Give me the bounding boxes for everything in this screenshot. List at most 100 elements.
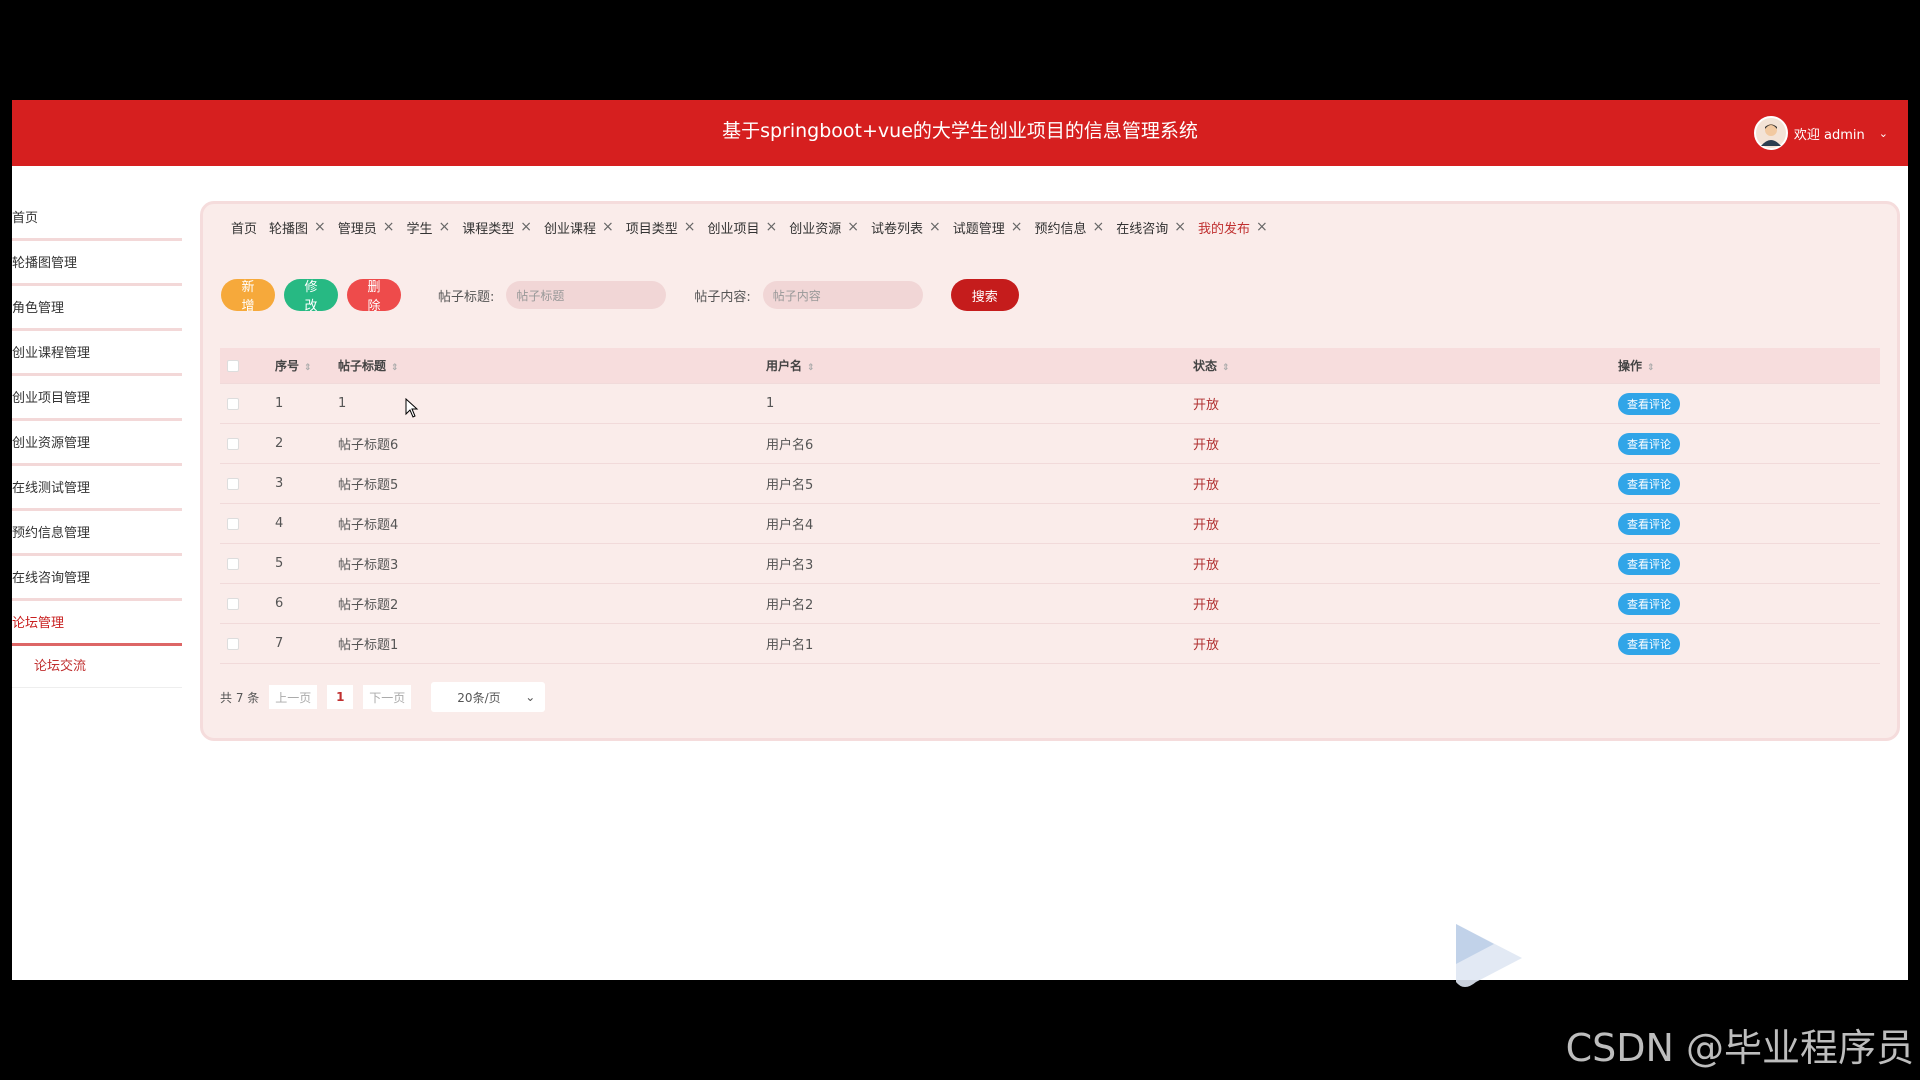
close-icon[interactable]: ×	[766, 219, 778, 235]
page-number-current[interactable]: 1	[327, 685, 354, 709]
tab-admins[interactable]: 管理员 ×	[338, 218, 395, 237]
next-page-button[interactable]: 下一页	[363, 685, 412, 709]
tab-appointments[interactable]: 预约信息 ×	[1035, 218, 1105, 237]
prev-page-button[interactable]: 上一页	[269, 685, 318, 709]
sort-icon[interactable]: ⇕	[1222, 363, 1230, 373]
cell-status: 开放	[1193, 598, 1220, 613]
tab-my-posts[interactable]: 我的发布 ×	[1198, 218, 1268, 237]
edit-button[interactable]: 修改	[284, 279, 338, 313]
tab-papers[interactable]: 试卷列表 ×	[871, 218, 941, 237]
row-checkbox[interactable]	[227, 437, 239, 450]
cell-status: 开放	[1193, 558, 1220, 573]
page-size-select[interactable]: 20条/页 ⌄	[431, 682, 546, 712]
sidebar-item-consulting[interactable]: 在线咨询管理	[12, 556, 182, 601]
tab-label: 试卷列表	[871, 221, 924, 237]
table-row[interactable]: 4 帖子标题4 用户名4 开放 查看评论	[220, 504, 1880, 544]
sidebar-item-projects[interactable]: 创业项目管理	[12, 376, 182, 421]
view-comments-button[interactable]: 查看评论	[1618, 512, 1680, 535]
cell-no: 6	[275, 596, 284, 611]
sidebar-item-forum[interactable]: 论坛管理	[12, 601, 182, 646]
row-checkbox[interactable]	[227, 557, 239, 570]
close-icon[interactable]: ×	[1256, 219, 1268, 235]
sidebar-item-appointments[interactable]: 预约信息管理	[12, 511, 182, 556]
title-search-input[interactable]: 帖子标题	[506, 281, 667, 309]
header-user[interactable]: 用户名 ⇕	[766, 357, 1193, 374]
user-avatar-icon	[1760, 124, 1781, 146]
header-title[interactable]: 帖子标题 ⇕	[338, 357, 766, 374]
header-no[interactable]: 序号 ⇕	[275, 357, 338, 374]
view-comments-button[interactable]: 查看评论	[1618, 432, 1680, 455]
row-checkbox[interactable]	[227, 637, 239, 650]
sidebar-item-carousel[interactable]: 轮播图管理	[12, 241, 182, 286]
toolbar: 新增 修改 删除 帖子标题: 帖子标题 帖子内容: 帖子内容 搜索	[221, 278, 1028, 313]
table-row[interactable]: 6 帖子标题2 用户名2 开放 查看评论	[220, 584, 1880, 624]
cell-status: 开放	[1193, 518, 1220, 533]
sidebar-item-resources[interactable]: 创业资源管理	[12, 421, 182, 466]
row-checkbox[interactable]	[227, 477, 239, 490]
view-comments-button[interactable]: 查看评论	[1618, 392, 1680, 415]
sidebar-item-tests[interactable]: 在线测试管理	[12, 466, 182, 511]
view-comments-button[interactable]: 查看评论	[1618, 552, 1680, 575]
close-icon[interactable]: ×	[439, 219, 451, 235]
select-all-checkbox[interactable]	[227, 359, 239, 372]
tab-consulting[interactable]: 在线咨询 ×	[1116, 218, 1186, 237]
table-row[interactable]: 5 帖子标题3 用户名3 开放 查看评论	[220, 544, 1880, 584]
row-checkbox[interactable]	[227, 597, 239, 610]
close-icon[interactable]: ×	[1174, 219, 1186, 235]
row-checkbox[interactable]	[227, 517, 239, 530]
tab-questions[interactable]: 试题管理 ×	[953, 218, 1023, 237]
tab-label: 项目类型	[625, 221, 678, 237]
close-icon[interactable]: ×	[314, 219, 326, 235]
posts-table: 序号 ⇕ 帖子标题 ⇕ 用户名 ⇕ 状态 ⇕ 操作 ⇕ 1 1 1 开放 查看评论 2 帖…	[220, 348, 1880, 664]
tab-project-types[interactable]: 项目类型 ×	[626, 218, 696, 237]
chevron-down-icon[interactable]: ⌄	[1879, 127, 1888, 140]
view-comments-button[interactable]: 查看评论	[1618, 632, 1680, 655]
sidebar-subitem-forum-exchange[interactable]: 论坛交流	[12, 646, 182, 688]
avatar[interactable]	[1753, 116, 1788, 150]
user-menu[interactable]: 欢迎 admin ⌄	[1753, 116, 1888, 150]
table-row[interactable]: 2 帖子标题6 用户名6 开放 查看评论	[220, 424, 1880, 464]
sidebar-item-courses[interactable]: 创业课程管理	[12, 331, 182, 376]
cell-user: 用户名3	[766, 558, 814, 573]
row-checkbox[interactable]	[227, 397, 239, 410]
close-icon[interactable]: ×	[520, 219, 532, 235]
header-user-label: 用户名	[766, 359, 803, 373]
cell-status: 开放	[1193, 398, 1220, 413]
sort-icon[interactable]: ⇕	[1647, 363, 1655, 373]
pagination: 共 7 条 上一页 1 下一页 20条/页 ⌄	[220, 682, 546, 712]
close-icon[interactable]: ×	[1011, 219, 1023, 235]
content-search-input[interactable]: 帖子内容	[762, 281, 923, 309]
close-icon[interactable]: ×	[1093, 219, 1105, 235]
cell-user: 用户名1	[766, 638, 814, 653]
view-comments-button[interactable]: 查看评论	[1618, 592, 1680, 615]
delete-button[interactable]: 删除	[347, 279, 401, 313]
close-icon[interactable]: ×	[383, 219, 395, 235]
table-row[interactable]: 7 帖子标题1 用户名1 开放 查看评论	[220, 624, 1880, 664]
tab-students[interactable]: 学生 ×	[407, 218, 451, 237]
title-filter-label: 帖子标题:	[438, 289, 495, 305]
view-comments-button[interactable]: 查看评论	[1618, 472, 1680, 495]
sort-icon[interactable]: ⇕	[807, 363, 815, 373]
add-button[interactable]: 新增	[221, 279, 275, 313]
tab-course-types[interactable]: 课程类型 ×	[462, 218, 532, 237]
header-status[interactable]: 状态 ⇕	[1193, 357, 1618, 374]
close-icon[interactable]: ×	[684, 219, 696, 235]
cell-title: 帖子标题1	[338, 638, 399, 653]
tab-resources[interactable]: 创业资源 ×	[789, 218, 859, 237]
tab-projects[interactable]: 创业项目 ×	[708, 218, 778, 237]
table-row[interactable]: 1 1 1 开放 查看评论	[220, 384, 1880, 424]
sidebar-item-roles[interactable]: 角色管理	[12, 286, 182, 331]
tab-carousel[interactable]: 轮播图 ×	[269, 218, 326, 237]
close-icon[interactable]: ×	[929, 219, 941, 235]
close-icon[interactable]: ×	[602, 219, 614, 235]
tab-home[interactable]: 首页	[231, 218, 257, 237]
tab-courses[interactable]: 创业课程 ×	[544, 218, 614, 237]
header-action[interactable]: 操作 ⇕	[1618, 357, 1880, 374]
sidebar-item-home[interactable]: 首页	[12, 196, 182, 241]
sort-icon[interactable]: ⇕	[304, 363, 312, 373]
sort-icon[interactable]: ⇕	[391, 363, 399, 373]
search-button[interactable]: 搜索	[950, 279, 1019, 311]
cell-title: 1	[338, 396, 347, 411]
close-icon[interactable]: ×	[847, 219, 859, 235]
table-row[interactable]: 3 帖子标题5 用户名5 开放 查看评论	[220, 464, 1880, 504]
